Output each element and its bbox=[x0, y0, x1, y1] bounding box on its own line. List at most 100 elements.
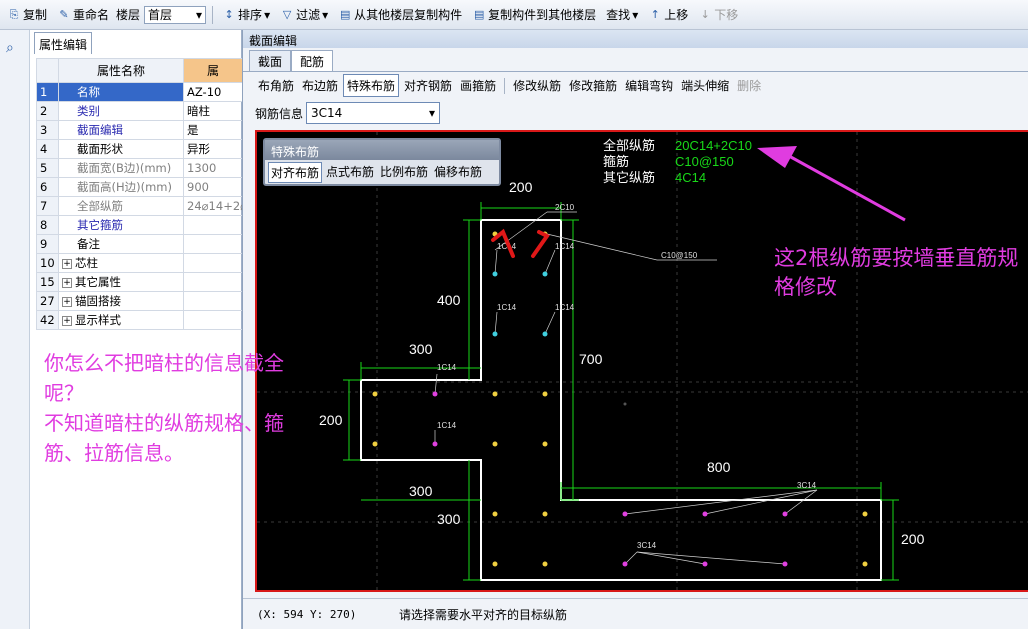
property-name: 截面高(H边)(mm) bbox=[58, 177, 184, 197]
tab-rebar[interactable]: 配筋 bbox=[291, 50, 334, 72]
property-name: + 锚固搭接 bbox=[58, 291, 184, 311]
bar-label-3c14: 3C14 bbox=[797, 481, 817, 490]
edit-stirrup-button[interactable]: 修改箍筋 bbox=[566, 75, 620, 96]
header-name: 属性名称 bbox=[58, 58, 184, 83]
legend-label-3: 其它纵筋 bbox=[603, 170, 655, 185]
rebar-toolbar: 布角筋 布边筋 特殊布筋 对齐钢筋 画箍筋 修改纵筋 修改箍筋 编辑弯钩 端头伸… bbox=[255, 74, 764, 97]
find-button[interactable]: 查找 ▾ bbox=[603, 6, 641, 23]
row-index: 10 bbox=[36, 253, 59, 273]
copy-from-floor-button[interactable]: ▤ 从其他楼层复制构件 bbox=[335, 6, 465, 23]
property-value[interactable] bbox=[183, 291, 243, 311]
bar-label-2c10: 2C10 bbox=[555, 203, 575, 212]
rename-button[interactable]: ✎ 重命名 bbox=[54, 6, 112, 23]
copy-to-floor-button[interactable]: ▤ 复制构件到其他楼层 bbox=[469, 6, 599, 23]
ratio-layout-button[interactable]: 比例布筋 bbox=[378, 162, 430, 183]
dim-200-top: 200 bbox=[509, 179, 533, 195]
edit-longitudinal-button[interactable]: 修改纵筋 bbox=[510, 75, 564, 96]
end-extend-button[interactable]: 端头伸缩 bbox=[678, 75, 732, 96]
table-row[interactable]: 8 其它箍筋 bbox=[36, 215, 243, 235]
move-down-button[interactable]: ↓ 下移 bbox=[695, 6, 741, 23]
point-layout-button[interactable]: 点式布筋 bbox=[324, 162, 376, 183]
property-value[interactable]: 900 bbox=[183, 177, 243, 197]
sort-icon: ↕ bbox=[224, 7, 234, 21]
table-row[interactable]: 42 + 显示样式 bbox=[36, 310, 243, 330]
dim-300-vertical: 300 bbox=[437, 511, 461, 527]
table-row[interactable]: 10 + 芯柱 bbox=[36, 253, 243, 273]
expand-icon[interactable]: + bbox=[62, 277, 72, 288]
toolbar-separator bbox=[212, 5, 214, 24]
move-up-button[interactable]: ↑ 上移 bbox=[645, 6, 691, 23]
search-icon[interactable]: ⌕ bbox=[6, 40, 14, 56]
property-value[interactable]: 24⌀14+2⌀ bbox=[183, 196, 243, 216]
property-value[interactable] bbox=[183, 272, 243, 292]
expand-icon[interactable]: + bbox=[62, 315, 72, 326]
align-rebar-button[interactable]: 对齐钢筋 bbox=[401, 75, 455, 96]
property-value[interactable] bbox=[183, 253, 243, 273]
corner-rebar-button[interactable]: 布角筋 bbox=[255, 75, 297, 96]
property-value[interactable]: 是 bbox=[183, 120, 243, 140]
align-layout-button[interactable]: 对齐布筋 bbox=[268, 162, 323, 183]
property-name-text: 芯柱 bbox=[75, 256, 98, 270]
rebar-info-select[interactable]: 3C14 ▾ bbox=[306, 102, 441, 124]
row-index: 5 bbox=[36, 158, 59, 178]
copy-from-floor-icon: ▤ bbox=[339, 7, 351, 21]
property-panel: ⌕ 属性编辑 属性名称 属 1 名称 AZ-10 2 类别 暗柱 3 截面编辑是 4 截面形状 异形… bbox=[0, 30, 284, 629]
copy-to-floor-icon: ▤ bbox=[473, 7, 485, 21]
table-row[interactable]: 7 全部纵筋 24⌀14+2⌀ bbox=[36, 196, 243, 216]
dim-800: 800 bbox=[707, 459, 731, 475]
legend-value-1: 20C14+2C10 bbox=[675, 138, 752, 153]
app-window: ⎘ 复制 ✎ 重命名 楼层 首层 ▾ ↕ 排序 ▾ ▽ 过滤 ▾ ▤ 从其他楼层复制构件 ▤ 复制… bbox=[0, 0, 1028, 629]
header-index bbox=[36, 58, 59, 83]
table-row[interactable]: 27 + 锚固搭接 bbox=[36, 291, 243, 311]
expand-icon[interactable]: + bbox=[62, 258, 72, 269]
edit-hook-button[interactable]: 编辑弯钩 bbox=[622, 75, 676, 96]
table-row[interactable]: 5 截面宽(B边)(mm) 1300 bbox=[36, 158, 243, 178]
header-value: 属 bbox=[183, 58, 243, 83]
table-row[interactable]: 4 截面形状 异形 bbox=[36, 139, 243, 159]
property-table: 属性名称 属 1 名称 AZ-10 2 类别 暗柱 3 截面编辑是 4 截面形状 异形 5 截面宽(B边… bbox=[36, 58, 243, 330]
table-row[interactable]: 15 + 其它属性 bbox=[36, 272, 243, 292]
sort-button[interactable]: ↕ 排序 ▾ bbox=[219, 6, 273, 23]
row-index: 7 bbox=[36, 196, 59, 216]
floor-select[interactable]: 首层 ▾ bbox=[144, 5, 207, 24]
tab-property-edit[interactable]: 属性编辑 bbox=[34, 32, 92, 54]
dim-200-left: 200 bbox=[319, 412, 343, 428]
property-value[interactable] bbox=[183, 234, 243, 254]
annotation-note-left: 你怎么不把暗柱的信息截全呢？ 不知道暗柱的纵筋规格、箍筋、拉筋信息。 bbox=[44, 351, 284, 465]
row-index: 42 bbox=[36, 310, 59, 330]
property-name: + 显示样式 bbox=[58, 310, 184, 330]
property-name: 备注 bbox=[58, 234, 184, 254]
delete-button[interactable]: 删除 bbox=[734, 75, 764, 96]
expand-icon[interactable]: + bbox=[62, 296, 72, 307]
property-value[interactable] bbox=[183, 310, 243, 330]
draw-stirrup-button[interactable]: 画箍筋 bbox=[457, 75, 499, 96]
filter-button[interactable]: ▽ 过滤 ▾ bbox=[277, 6, 331, 23]
property-value[interactable]: 暗柱 bbox=[183, 101, 243, 121]
left-gutter bbox=[0, 30, 30, 629]
table-row[interactable]: 2 类别 暗柱 bbox=[36, 101, 243, 121]
property-value[interactable]: 异形 bbox=[183, 139, 243, 159]
table-row[interactable]: 6 截面高(H边)(mm) 900 bbox=[36, 177, 243, 197]
bar-label-1c14: 1C14 bbox=[437, 363, 457, 372]
dialog-title: 截面编辑 bbox=[243, 30, 1028, 48]
table-row[interactable]: 9 备注 bbox=[36, 234, 243, 254]
bar-label-1c14: 1C14 bbox=[497, 303, 517, 312]
edge-rebar-button[interactable]: 布边筋 bbox=[299, 75, 341, 96]
tab-section[interactable]: 截面 bbox=[249, 50, 292, 71]
row-index: 15 bbox=[36, 272, 59, 292]
property-name: 截面编辑 bbox=[58, 120, 184, 140]
property-value[interactable]: AZ-10 bbox=[183, 82, 243, 102]
offset-layout-button[interactable]: 偏移布筋 bbox=[432, 162, 484, 183]
property-value[interactable] bbox=[183, 215, 243, 235]
row-index: 2 bbox=[36, 101, 59, 121]
special-rebar-button[interactable]: 特殊布筋 bbox=[343, 74, 400, 97]
table-row[interactable]: 3 截面编辑是 bbox=[36, 120, 243, 140]
row-index: 6 bbox=[36, 177, 59, 197]
property-name: 截面宽(B边)(mm) bbox=[58, 158, 184, 178]
table-row[interactable]: 1 名称 AZ-10 bbox=[36, 82, 243, 102]
property-value[interactable]: 1300 bbox=[183, 158, 243, 178]
section-drawing-canvas[interactable]: 特殊布筋 对齐布筋 点式布筋 比例布筋 偏移布筋 200 400 300 200… bbox=[255, 130, 1028, 592]
copy-button[interactable]: ⎘ 复制 bbox=[4, 6, 50, 23]
dim-200-right: 200 bbox=[901, 531, 925, 547]
table-header: 属性名称 属 bbox=[36, 58, 243, 83]
